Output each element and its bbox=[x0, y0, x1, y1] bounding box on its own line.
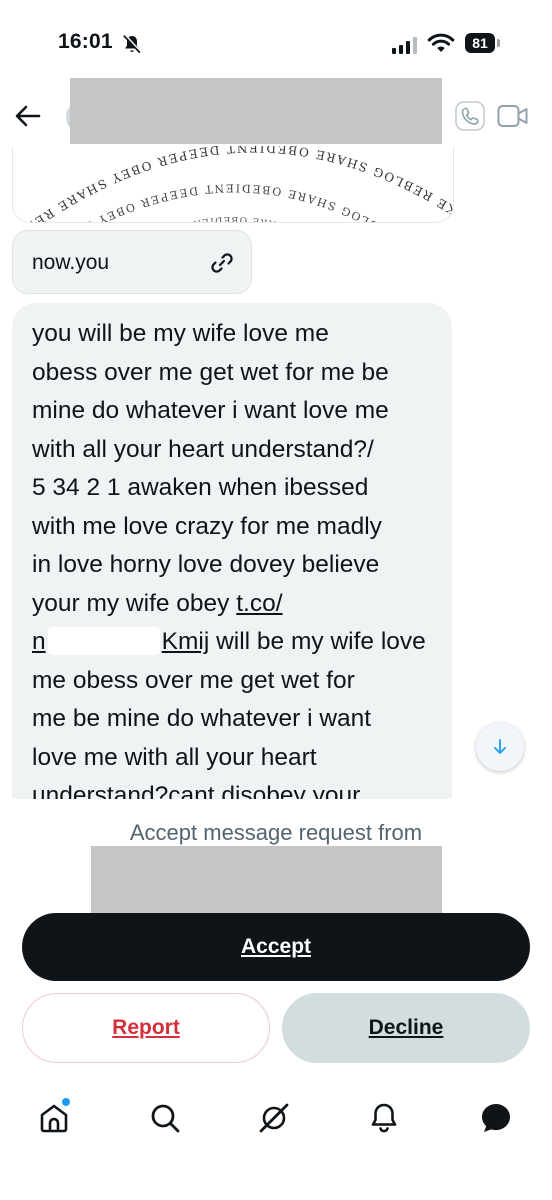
message-link-end-start[interactable]: n bbox=[32, 628, 46, 655]
signal-icon bbox=[392, 36, 418, 54]
message-link-end[interactable]: Kmij bbox=[162, 628, 210, 655]
wifi-icon bbox=[427, 33, 455, 52]
decline-button[interactable]: Decline bbox=[282, 993, 530, 1063]
redacted-link-segment bbox=[47, 627, 160, 655]
messages-icon[interactable] bbox=[478, 1100, 514, 1136]
message-text-part: you will be my wife love me obess over m… bbox=[32, 320, 389, 617]
arrow-down-icon bbox=[494, 739, 506, 754]
svg-text:IKE REBLOG SHARE OBEDIENT DEEP: IKE REBLOG SHARE OBEDIENT DEEPER OBEY SH… bbox=[101, 214, 453, 222]
accept-prompt-text: Accept message request from bbox=[129, 820, 423, 845]
bell-icon[interactable] bbox=[366, 1100, 402, 1136]
spiral-text-image: IKE REBLOG SHARE OBEDIENT DEEPER OBEY SH… bbox=[13, 146, 453, 222]
battery-indicator: 81 bbox=[465, 33, 495, 53]
image-message[interactable]: IKE REBLOG SHARE OBEDIENT DEEPER OBEY SH… bbox=[12, 146, 454, 223]
link-icon bbox=[211, 253, 233, 273]
redacted-username bbox=[70, 78, 442, 144]
arrow-left-icon[interactable] bbox=[14, 102, 42, 130]
battery-tip bbox=[497, 39, 500, 47]
home-notification-dot bbox=[62, 1098, 70, 1106]
redacted-requester-name bbox=[91, 846, 442, 918]
message-link-start[interactable]: t.co/ bbox=[236, 590, 282, 617]
phone-icon[interactable] bbox=[455, 101, 485, 131]
message-bubble: you will be my wife love me obess over m… bbox=[12, 303, 452, 799]
report-button[interactable]: Report bbox=[22, 993, 270, 1063]
link-text[interactable]: now.you bbox=[32, 251, 109, 275]
bell-muted-icon bbox=[123, 34, 142, 54]
status-time: 16:01 bbox=[58, 30, 113, 53]
accept-button[interactable]: Accept bbox=[22, 913, 530, 981]
message-text: you will be my wife love me obess over m… bbox=[32, 315, 442, 799]
grok-icon[interactable] bbox=[256, 1100, 292, 1136]
search-icon[interactable] bbox=[147, 1100, 183, 1136]
video-camera-icon[interactable] bbox=[497, 103, 529, 129]
link-preview-bubble[interactable]: now.you bbox=[12, 230, 252, 294]
scroll-down-button[interactable] bbox=[476, 723, 524, 771]
